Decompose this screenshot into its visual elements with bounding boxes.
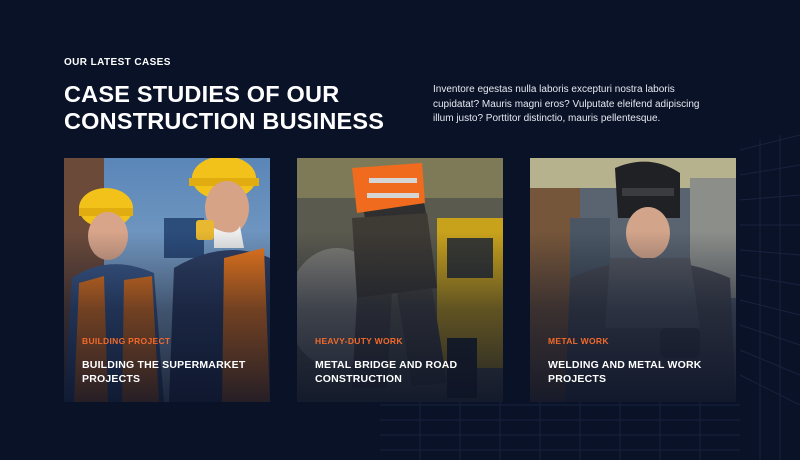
card-title-line-1: METAL BRIDGE AND ROAD <box>315 359 458 371</box>
card-title[interactable]: BUILDING THE SUPERMARKET PROJECTS <box>82 358 262 386</box>
section-intro-line-2: cupidatat? Mauris magni eros? Vulputate … <box>433 98 700 110</box>
case-card-heavy-duty[interactable]: HEAVY-DUTY WORK METAL BRIDGE AND ROAD CO… <box>297 158 503 402</box>
section-intro-line-1: Inventore egestas nulla laboris exceptur… <box>433 84 675 95</box>
section-heading-line-2: CONSTRUCTION BUSINESS <box>64 108 385 134</box>
card-title[interactable]: METAL BRIDGE AND ROAD CONSTRUCTION <box>315 358 495 386</box>
card-title-line-1: WELDING AND METAL WORK <box>548 359 702 371</box>
case-card-metal-work[interactable]: METAL WORK WELDING AND METAL WORK PROJEC… <box>530 158 736 402</box>
card-category: METAL WORK <box>548 336 609 346</box>
case-studies-section: OUR LATEST CASES CASE STUDIES OF OUR CON… <box>0 0 800 460</box>
card-category: BUILDING PROJECT <box>82 336 171 346</box>
section-intro-line-3: illum justo? Porttitor distinctio, mauri… <box>433 113 661 124</box>
section-intro: Inventore egestas nulla laboris exceptur… <box>433 83 743 127</box>
section-heading-line-1: CASE STUDIES OF OUR <box>64 81 340 107</box>
section-eyebrow: OUR LATEST CASES <box>64 57 171 68</box>
card-title[interactable]: WELDING AND METAL WORK PROJECTS <box>548 358 728 386</box>
card-title-line-1: BUILDING THE SUPERMARKET <box>82 359 246 371</box>
card-category: HEAVY-DUTY WORK <box>315 336 403 346</box>
card-title-line-2: PROJECTS <box>82 373 141 385</box>
case-card-building[interactable]: BUILDING PROJECT BUILDING THE SUPERMARKE… <box>64 158 270 402</box>
card-title-line-2: CONSTRUCTION <box>315 373 402 385</box>
section-heading: CASE STUDIES OF OUR CONSTRUCTION BUSINES… <box>64 81 424 135</box>
card-title-line-2: PROJECTS <box>548 373 607 385</box>
